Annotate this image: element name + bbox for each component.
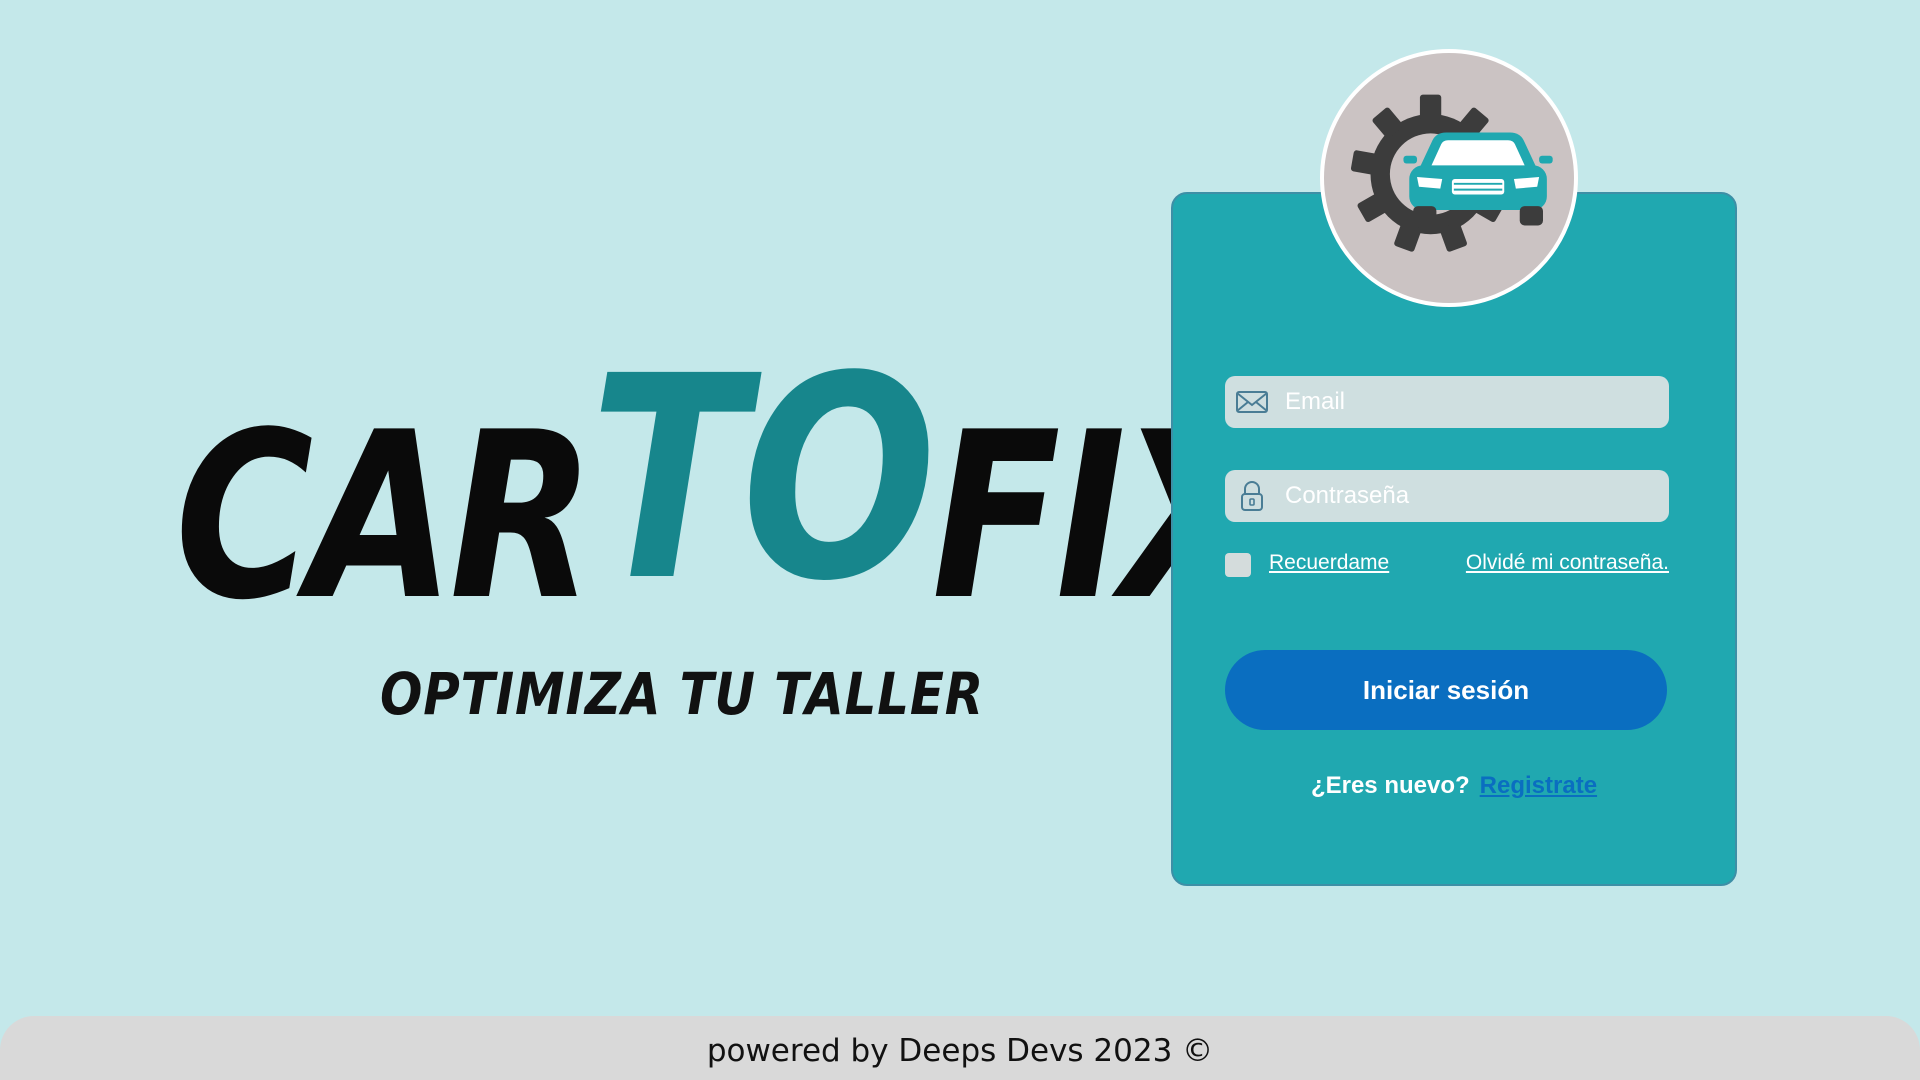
login-button[interactable]: Iniciar sesión bbox=[1225, 650, 1667, 730]
remember-label[interactable]: Recuerdame bbox=[1269, 551, 1389, 575]
envelope-icon bbox=[1236, 391, 1268, 413]
footer-text: powered by Deeps Devs 2023 © bbox=[706, 1033, 1214, 1069]
signup-question: ¿Eres nuevo? bbox=[1310, 772, 1470, 799]
password-input[interactable] bbox=[1285, 482, 1655, 510]
brand-tagline: OPTIMIZA TU TALLER bbox=[380, 660, 985, 728]
forgot-password-link[interactable]: Olvidé mi contraseña. bbox=[1466, 551, 1669, 575]
brand-wordmark: CARTOFIX bbox=[175, 340, 1266, 651]
wordmark-car: CAR bbox=[175, 384, 595, 651]
remember-row: Recuerdame Olvidé mi contraseña. bbox=[1225, 549, 1669, 579]
remember-checkbox[interactable] bbox=[1225, 553, 1251, 577]
email-field[interactable] bbox=[1225, 376, 1669, 428]
signup-row: ¿Eres nuevo? Registrate bbox=[1173, 772, 1735, 800]
login-page: CARTOFIX OPTIMIZA TU TALLER Recuerd bbox=[0, 0, 1920, 1080]
password-field[interactable] bbox=[1225, 470, 1669, 522]
wordmark-to: TO bbox=[589, 317, 937, 643]
signup-link[interactable]: Registrate bbox=[1480, 772, 1597, 799]
padlock-icon bbox=[1241, 481, 1263, 511]
app-logo-badge bbox=[1320, 49, 1578, 307]
footer: powered by Deeps Devs 2023 © bbox=[0, 1016, 1920, 1080]
email-input[interactable] bbox=[1285, 388, 1655, 416]
car-gear-icon bbox=[1350, 94, 1553, 252]
brand-logo: CARTOFIX OPTIMIZA TU TALLER bbox=[175, 330, 1266, 730]
